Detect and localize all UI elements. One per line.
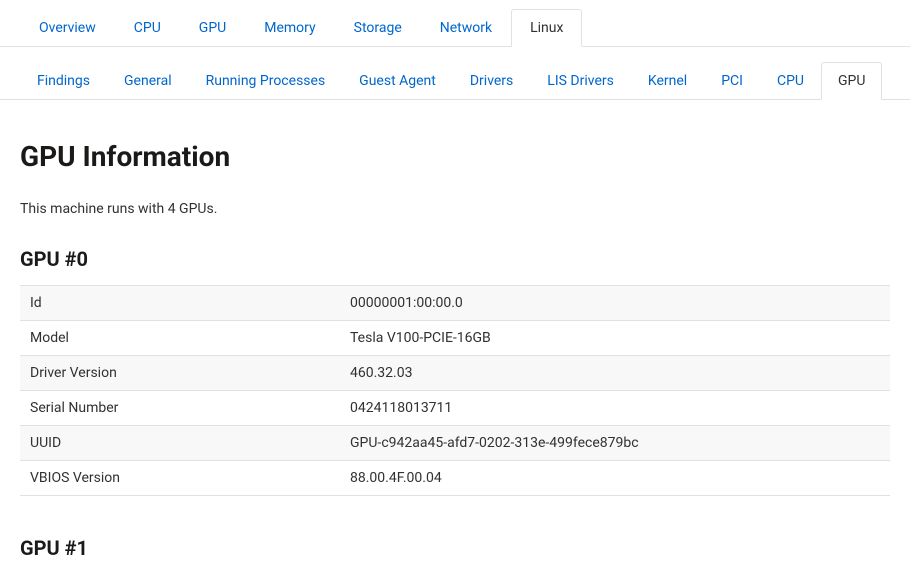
subtab-cpu[interactable]: CPU	[760, 62, 821, 100]
row-label: Model	[20, 321, 340, 356]
gpu0-table: Id 00000001:00:00.0 Model Tesla V100-PCI…	[20, 285, 890, 496]
tab-cpu[interactable]: CPU	[115, 9, 180, 47]
tab-gpu[interactable]: GPU	[180, 9, 245, 47]
row-label: Id	[20, 286, 340, 321]
primary-tabs: Overview CPU GPU Memory Storage Network …	[0, 0, 910, 47]
row-label: UUID	[20, 426, 340, 461]
row-value: Tesla V100-PCIE-16GB	[340, 321, 890, 356]
row-value: 00000001:00:00.0	[340, 286, 890, 321]
subtab-guest-agent[interactable]: Guest Agent	[342, 62, 453, 100]
content-area: GPU Information This machine runs with 4…	[0, 100, 910, 560]
row-label: Serial Number	[20, 391, 340, 426]
row-label: VBIOS Version	[20, 461, 340, 496]
table-row: VBIOS Version 88.00.4F.00.04	[20, 461, 890, 496]
gpu1-heading: GPU #1	[20, 536, 890, 560]
table-row: UUID GPU-c942aa45-afd7-0202-313e-499fece…	[20, 426, 890, 461]
gpu0-heading: GPU #0	[20, 247, 890, 271]
row-value: 88.00.4F.00.04	[340, 461, 890, 496]
secondary-tabs: Findings General Running Processes Guest…	[0, 47, 910, 100]
subtab-findings[interactable]: Findings	[20, 62, 107, 100]
subtab-general[interactable]: General	[107, 62, 189, 100]
tab-network[interactable]: Network	[421, 9, 511, 47]
tab-linux[interactable]: Linux	[511, 9, 582, 47]
subtab-lis-drivers[interactable]: LIS Drivers	[530, 62, 631, 100]
table-row: Model Tesla V100-PCIE-16GB	[20, 321, 890, 356]
table-row: Serial Number 0424118013711	[20, 391, 890, 426]
subtab-gpu[interactable]: GPU	[821, 62, 882, 100]
row-label: Driver Version	[20, 356, 340, 391]
page-subtitle: This machine runs with 4 GPUs.	[20, 201, 890, 217]
row-value: 0424118013711	[340, 391, 890, 426]
tab-storage[interactable]: Storage	[335, 9, 421, 47]
table-row: Driver Version 460.32.03	[20, 356, 890, 391]
subtab-drivers[interactable]: Drivers	[453, 62, 530, 100]
subtab-kernel[interactable]: Kernel	[631, 62, 704, 100]
page-title: GPU Information	[20, 140, 890, 173]
tab-overview[interactable]: Overview	[20, 9, 115, 47]
row-value: 460.32.03	[340, 356, 890, 391]
subtab-pci[interactable]: PCI	[704, 62, 760, 100]
subtab-running-processes[interactable]: Running Processes	[189, 62, 343, 100]
table-row: Id 00000001:00:00.0	[20, 286, 890, 321]
tab-memory[interactable]: Memory	[245, 9, 334, 47]
row-value: GPU-c942aa45-afd7-0202-313e-499fece879bc	[340, 426, 890, 461]
